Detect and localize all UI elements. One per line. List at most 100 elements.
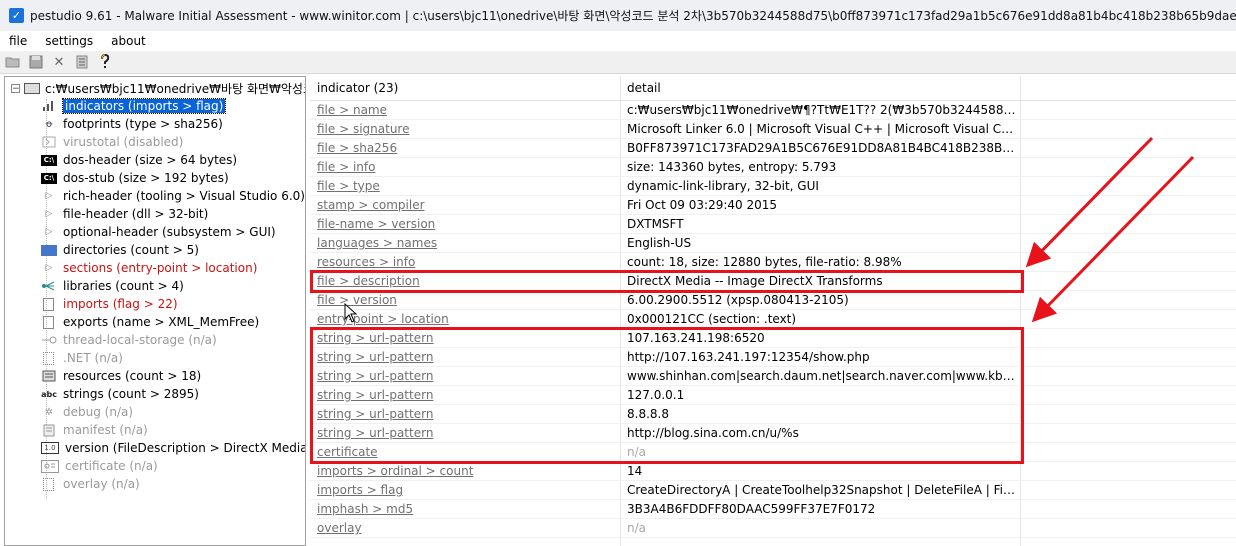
detail-cell: count: 18, size: 12880 bytes, file-ratio… <box>627 255 902 269</box>
key-icon <box>41 333 57 347</box>
tree-root[interactable]: − c:₩users₩bjc11₩onedrive₩바탕 화면₩악성코드 <box>11 79 305 97</box>
tree-item-label: certificate (n/a) <box>65 459 158 473</box>
table-row[interactable]: imports > flag CreateDirectoryA | CreateT… <box>310 481 1236 500</box>
tree-item-exports[interactable]: exports (name > XML_MemFree) <box>41 313 259 331</box>
indicator-cell[interactable]: resources > info <box>317 255 415 269</box>
detail-cell: DXTMSFT <box>627 217 684 231</box>
table-row[interactable]: file-name > version DXTMSFT <box>310 215 1236 234</box>
indicator-cell[interactable]: entry-point > location <box>317 312 449 326</box>
tree-item-directories[interactable]: directories (count > 5) <box>41 241 199 259</box>
bug-icon: ✲ <box>44 406 54 418</box>
tree-item-overlay[interactable]: overlay (n/a) <box>41 475 140 493</box>
indicator-cell[interactable]: imports > flag <box>317 483 403 497</box>
menu-bar: file settings about <box>0 31 1236 51</box>
tree-item-label: exports (name > XML_MemFree) <box>63 315 260 329</box>
header-indicator[interactable]: indicator (23) <box>317 81 398 95</box>
tree-item-optional-header[interactable]: ▷ optional-header (subsystem > GUI) <box>41 223 276 241</box>
table-row[interactable]: file > sha256 B0FF873971C173FAD29A1B5C676… <box>310 139 1236 158</box>
tree-item-resources[interactable]: resources (count > 18) <box>41 367 201 385</box>
table-row[interactable]: file > name c:₩users₩bjc11₩onedrive₩¶?Tt₩… <box>310 101 1236 120</box>
tree-item-footprints[interactable]: ꝋ footprints (type > sha256) <box>41 115 222 133</box>
tree-item-file-header[interactable]: ▷ file-header (dll > 32-bit) <box>41 205 209 223</box>
list-icon[interactable] <box>73 53 91 71</box>
tree-item-label: optional-header (subsystem > GUI) <box>63 225 276 239</box>
tree-item-label: overlay (n/a) <box>63 477 140 491</box>
tree-item-libraries[interactable]: libraries (count > 4) <box>41 277 184 295</box>
tree-item-label: .NET (n/a) <box>63 351 123 365</box>
expand-arrow-icon[interactable]: ▷ <box>41 207 57 221</box>
tree-item-label: sections (entry-point > location) <box>63 261 258 275</box>
table-row[interactable]: overlay n/a <box>310 519 1236 538</box>
tree-item-dotnet[interactable]: .NET (n/a) <box>41 349 123 367</box>
menu-about[interactable]: about <box>102 34 155 48</box>
tree-item-virustotal[interactable]: virustotal (disabled) <box>41 133 183 151</box>
header-detail[interactable]: detail <box>627 81 661 95</box>
title-bar: ✓ pestudio 9.61 - Malware Initial Assess… <box>0 0 1236 31</box>
annotation-box-file-description <box>310 270 1024 293</box>
tree-item-manifest[interactable]: manifest (n/a) <box>41 421 148 439</box>
table-row[interactable]: stamp > compiler Fri Oct 09 03:29:40 2015 <box>310 196 1236 215</box>
document-icon <box>43 297 54 311</box>
tree-item-label: strings (count > 2895) <box>63 387 199 401</box>
detail-cell: 14 <box>627 464 643 478</box>
indicator-cell[interactable]: file > name <box>317 103 387 117</box>
tree-item-strings[interactable]: abc strings (count > 2895) <box>41 385 199 403</box>
close-icon[interactable]: ✕ <box>50 53 68 71</box>
grid-header: indicator (23) detail <box>310 76 1236 101</box>
tree-item-label: directories (count > 5) <box>63 243 199 257</box>
expand-arrow-icon[interactable]: ▷ <box>41 189 57 203</box>
virustotal-icon <box>41 135 57 149</box>
tree-item-sections[interactable]: ▷ sections (entry-point > location) <box>41 259 258 277</box>
indicator-cell[interactable]: stamp > compiler <box>317 198 425 212</box>
tree-item-rich-header[interactable]: ▷ rich-header (tooling > Visual Studio 6… <box>41 187 305 205</box>
indicator-grid: indicator (23) detail file > name c:₩user… <box>310 76 1236 546</box>
tree-item-indicators[interactable]: indicators (imports > flag) <box>41 97 227 115</box>
tree-item-label: resources (count > 18) <box>63 369 202 383</box>
tree-item-version[interactable]: 1.0 version (FileDescription > DirectX M… <box>41 439 306 457</box>
table-row[interactable]: file > type dynamic-link-library, 32-bit,… <box>310 177 1236 196</box>
table-row[interactable]: file > version 6.00.2900.5512 (xpsp.08041… <box>310 291 1236 310</box>
detail-cell: Microsoft Linker 6.0 | Microsoft Visual … <box>627 122 1017 136</box>
tree-item-debug[interactable]: ✲ debug (n/a) <box>41 403 133 421</box>
tree-item-label: manifest (n/a) <box>63 423 148 437</box>
detail-cell: 0x000121CC (section: .text) <box>627 312 797 326</box>
expand-arrow-icon[interactable]: ▷ <box>41 261 57 275</box>
tree-item-label: version (FileDescription > DirectX Media… <box>65 441 306 455</box>
help-icon[interactable] <box>96 53 114 71</box>
tree-item-certificate[interactable]: certificate (n/a) <box>41 457 158 475</box>
indicator-cell[interactable]: file > sha256 <box>317 141 397 155</box>
table-row[interactable]: file > signature Microsoft Linker 6.0 | M… <box>310 120 1236 139</box>
indicator-cell[interactable]: overlay <box>317 521 362 535</box>
save-icon[interactable] <box>27 53 45 71</box>
tree-item-label: file-header (dll > 32-bit) <box>63 207 209 221</box>
indicator-cell[interactable]: languages > names <box>317 236 437 250</box>
table-row[interactable]: languages > names English-US <box>310 234 1236 253</box>
detail-cell: B0FF873971C173FAD29A1B5C676E91DD8A81B4BC… <box>627 141 1017 155</box>
table-row[interactable]: file > info size: 143360 bytes, entropy: … <box>310 158 1236 177</box>
expand-arrow-icon[interactable]: ▷ <box>41 225 57 239</box>
indicator-cell[interactable]: imphash > md5 <box>317 502 413 516</box>
indicator-cell[interactable]: file > signature <box>317 122 409 136</box>
table-row[interactable]: imports > ordinal > count 14 <box>310 462 1236 481</box>
table-row[interactable]: imphash > md5 3B3A4B6FDDFF80DAAC599FF37E7… <box>310 500 1236 519</box>
tree-item-thread-local-storage[interactable]: thread-local-storage (n/a) <box>41 331 217 349</box>
indicator-cell[interactable]: imports > ordinal > count <box>317 464 473 478</box>
detail-cell: CreateDirectoryA | CreateToolhelp32Snaps… <box>627 483 1017 497</box>
footprint-icon: ꝋ <box>45 118 53 130</box>
manifest-icon <box>41 423 57 437</box>
collapse-icon[interactable]: − <box>11 83 20 93</box>
indicator-cell[interactable]: file > info <box>317 160 375 174</box>
menu-file[interactable]: file <box>0 34 36 48</box>
tree-item-label: dos-header (size > 64 bytes) <box>63 153 238 167</box>
indicator-cell[interactable]: file > type <box>317 179 380 193</box>
window-title: pestudio 9.61 - Malware Initial Assessme… <box>30 9 1236 23</box>
tree-item-imports[interactable]: imports (flag > 22) <box>41 295 178 313</box>
tree-item-dos-stub[interactable]: C:\ dos-stub (size > 192 bytes) <box>41 169 229 187</box>
detail-cell: 6.00.2900.5512 (xpsp.080413-2105) <box>627 293 849 307</box>
indicator-cell[interactable]: file-name > version <box>317 217 435 231</box>
version-icon: 1.0 <box>41 442 59 454</box>
tree-item-dos-header[interactable]: C:\ dos-header (size > 64 bytes) <box>41 151 237 169</box>
directory-icon <box>41 244 57 256</box>
menu-settings[interactable]: settings <box>36 34 102 48</box>
open-icon[interactable] <box>4 53 22 71</box>
